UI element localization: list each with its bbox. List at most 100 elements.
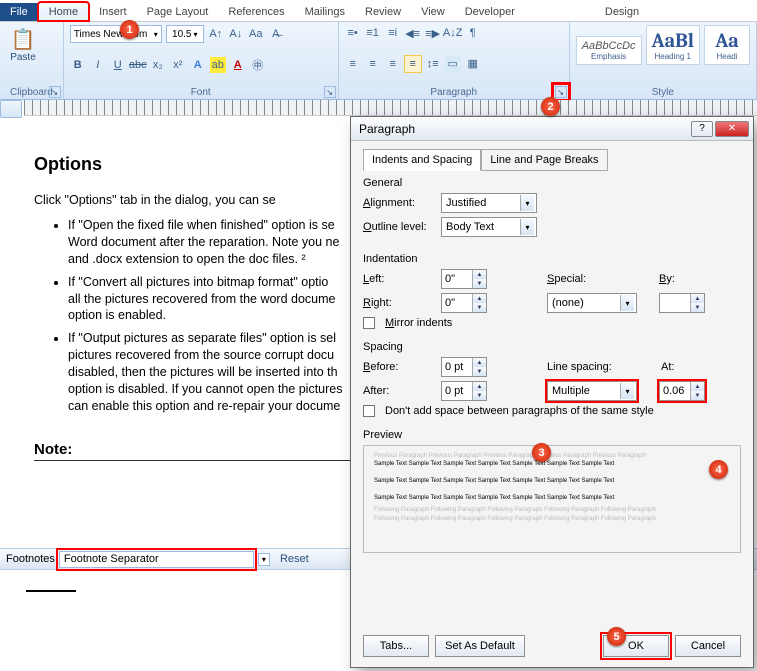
line-spacing-value: Multiple: [552, 385, 590, 397]
style-heading2[interactable]: AaHeadi: [704, 25, 750, 65]
font-color-icon[interactable]: A: [230, 57, 246, 73]
indent-left-value[interactable]: [442, 273, 472, 285]
shading-icon[interactable]: ▭: [445, 56, 461, 72]
before-value[interactable]: [442, 361, 472, 373]
sort-icon[interactable]: A↓Z: [445, 25, 461, 41]
by-value[interactable]: [660, 297, 690, 309]
numbering-icon[interactable]: ≡1: [365, 25, 381, 41]
section-preview: Preview: [363, 429, 741, 441]
font-size-select[interactable]: 10.5▾: [166, 25, 204, 43]
paste-button[interactable]: 📋 Paste: [6, 25, 40, 65]
cancel-button[interactable]: Cancel: [675, 635, 741, 657]
strikethrough-button[interactable]: abc: [130, 57, 146, 73]
increase-indent-icon[interactable]: ≡▶: [425, 25, 441, 41]
highlight-icon[interactable]: ab: [210, 57, 226, 73]
style-heading1[interactable]: AaBlHeading 1: [646, 25, 700, 65]
enclose-char-icon[interactable]: ㊥: [250, 57, 266, 73]
align-center-icon[interactable]: ≡: [365, 56, 381, 72]
style-emphasis[interactable]: AaBbCcDcEmphasis: [576, 36, 642, 65]
section-indentation: Indentation: [363, 253, 741, 265]
clipboard-dialog-launcher[interactable]: ↘: [49, 86, 61, 98]
change-case-icon[interactable]: Aa: [248, 26, 264, 42]
set-default-button[interactable]: Set As Default: [435, 635, 525, 657]
footnote-separator-value: Footnote Separator: [64, 553, 159, 565]
chevron-down-icon: ▾: [620, 295, 634, 311]
show-marks-icon[interactable]: ¶: [465, 25, 481, 41]
italic-button[interactable]: I: [90, 57, 106, 73]
close-button[interactable]: ✕: [715, 121, 749, 137]
subscript-button[interactable]: x₂: [150, 57, 166, 73]
align-left-icon[interactable]: ≡: [345, 56, 361, 72]
clear-formatting-icon[interactable]: A̶: [268, 26, 284, 42]
after-spinner[interactable]: ▲▼: [441, 381, 487, 401]
underline-button[interactable]: U: [110, 57, 126, 73]
tab-review[interactable]: Review: [355, 3, 411, 21]
callout-marker-5: 5: [607, 627, 626, 646]
font-name-select[interactable]: Times New Rom▾: [70, 25, 162, 43]
mirror-indents-checkbox[interactable]: [363, 317, 375, 329]
grow-font-icon[interactable]: A↑: [208, 26, 224, 42]
no-space-checkbox[interactable]: [363, 405, 375, 417]
superscript-button[interactable]: x²: [170, 57, 186, 73]
before-spinner[interactable]: ▲▼: [441, 357, 487, 377]
bullets-icon[interactable]: ≡•: [345, 25, 361, 41]
tab-view[interactable]: View: [411, 3, 455, 21]
vertical-ruler-toggle[interactable]: [0, 100, 22, 118]
tab-design[interactable]: Design: [595, 3, 649, 21]
special-label: Special:: [547, 273, 607, 285]
no-space-label: Don't add space between paragraphs of th…: [385, 405, 654, 417]
callout-marker-2: 2: [541, 97, 560, 116]
borders-icon[interactable]: ▦: [465, 56, 481, 72]
tab-insert[interactable]: Insert: [89, 3, 137, 21]
after-value[interactable]: [442, 385, 472, 397]
paragraph-dialog-launcher[interactable]: ↘: [555, 86, 567, 98]
align-right-icon[interactable]: ≡: [385, 56, 401, 72]
horizontal-ruler[interactable]: [24, 100, 757, 116]
help-button[interactable]: ?: [691, 121, 713, 137]
indent-right-value[interactable]: [442, 297, 472, 309]
by-spinner[interactable]: ▲▼: [659, 293, 705, 313]
group-paragraph: ≡• ≡1 ≡i ◀≡ ≡▶ A↓Z ¶ ≡ ≡ ≡ ≡ ↕≡ ▭ ▦ Para…: [339, 22, 570, 99]
section-spacing: Spacing: [363, 341, 741, 353]
dialog-titlebar[interactable]: Paragraph ? ✕: [351, 117, 753, 141]
at-value[interactable]: [660, 385, 690, 397]
tab-developer[interactable]: Developer: [455, 3, 525, 21]
reset-button[interactable]: Reset: [280, 553, 309, 565]
tab-references[interactable]: References: [218, 3, 294, 21]
tabs-button[interactable]: Tabs...: [363, 635, 429, 657]
style-heading1-preview: AaBl: [652, 29, 694, 52]
paste-label: Paste: [10, 52, 36, 63]
style-emphasis-label: Emphasis: [582, 52, 636, 61]
indent-right-spinner[interactable]: ▲▼: [441, 293, 487, 313]
at-spinner[interactable]: ▲▼: [659, 381, 705, 401]
justify-icon[interactable]: ≡: [405, 56, 421, 72]
tab-page-layout[interactable]: Page Layout: [137, 3, 219, 21]
outline-level-select[interactable]: Body Text▾: [441, 217, 537, 237]
special-select[interactable]: (none) ▾: [547, 293, 637, 313]
line-spacing-select[interactable]: Multiple▾: [547, 381, 637, 401]
footnote-separator-select[interactable]: Footnote Separator: [59, 551, 254, 568]
decrease-indent-icon[interactable]: ◀≡: [405, 25, 421, 41]
alignment-label: Alignment:: [363, 197, 435, 209]
tab-line-page-breaks[interactable]: Line and Page Breaks: [481, 149, 607, 171]
style-heading2-preview: Aa: [710, 29, 744, 52]
group-styles: AaBbCcDcEmphasis AaBlHeading 1 AaHeadi S…: [570, 22, 757, 99]
dialog-title: Paragraph: [359, 122, 415, 136]
footnote-dropdown-icon[interactable]: ▾: [258, 553, 270, 566]
special-value: (none): [552, 297, 584, 309]
group-clipboard: 📋 Paste Clipboard ↘: [0, 22, 64, 99]
tab-home[interactable]: Home: [38, 2, 89, 21]
indent-left-spinner[interactable]: ▲▼: [441, 269, 487, 289]
outline-value: Body Text: [446, 221, 494, 233]
tab-indents-spacing[interactable]: Indents and Spacing: [363, 149, 481, 171]
line-spacing-icon[interactable]: ↕≡: [425, 56, 441, 72]
bold-button[interactable]: B: [70, 57, 86, 73]
alignment-select[interactable]: Justified▾: [441, 193, 537, 213]
font-dialog-launcher[interactable]: ↘: [324, 86, 336, 98]
tab-mailings[interactable]: Mailings: [295, 3, 355, 21]
tab-file[interactable]: File: [0, 3, 38, 21]
callout-marker-4: 4: [709, 460, 728, 479]
shrink-font-icon[interactable]: A↓: [228, 26, 244, 42]
multilevel-list-icon[interactable]: ≡i: [385, 25, 401, 41]
text-effects-icon[interactable]: A: [190, 57, 206, 73]
